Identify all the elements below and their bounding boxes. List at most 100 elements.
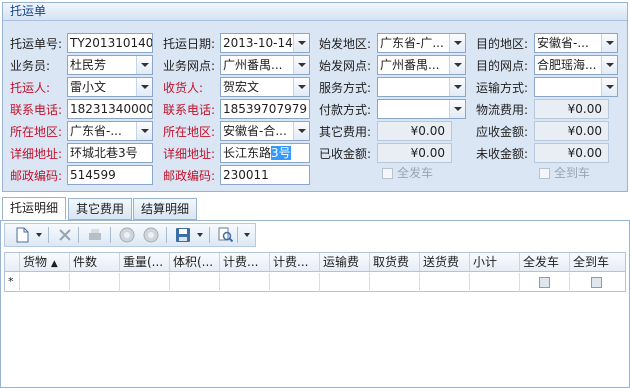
shipper-phone-input[interactable]: 18231340000 [67, 99, 153, 119]
dropdown-arrow-icon[interactable] [601, 34, 617, 52]
column-header-weight[interactable]: 重量(... [120, 253, 170, 271]
column-header-all-shipped[interactable]: 全发车 [520, 253, 570, 271]
all-arrived-label: 全到车 [554, 166, 591, 180]
consignee-value: 贺宏文 [223, 80, 260, 94]
dropdown-arrow-icon[interactable] [136, 56, 152, 74]
consignee-phone-input[interactable]: 18539707979 [220, 99, 310, 119]
received-amount-label: 已收金额: [319, 147, 372, 161]
column-header-subtotal[interactable]: 小计 [470, 253, 520, 271]
tab-shipment-detail[interactable]: 托运明细 [2, 197, 66, 220]
payment-mode-select[interactable] [377, 99, 466, 119]
consignee-postcode-input[interactable]: 230011 [220, 165, 310, 185]
ship-date-label: 托运日期: [163, 37, 216, 51]
salesman-select[interactable]: 杜民芳 [67, 55, 153, 75]
column-header-pickup-fee[interactable]: 取货费 [370, 253, 420, 271]
column-header-goods[interactable]: 货物 ▲ [20, 253, 70, 271]
service-mode-select[interactable] [377, 77, 466, 97]
tab-settlement-detail[interactable]: 结算明细 [133, 198, 197, 220]
consignee-region-select[interactable]: 安徽省-合... [220, 121, 310, 141]
table-row[interactable] [4, 272, 626, 292]
column-header-billing-2[interactable]: 计费... [270, 253, 320, 271]
ship-date-value: 2013-10-14 [223, 36, 293, 50]
column-header-billing-1[interactable]: 计费... [220, 253, 270, 271]
toolbar-separator [166, 227, 167, 243]
origin-outlet-value: 广州番禺... [380, 58, 440, 72]
column-header-pieces[interactable]: 件数 [70, 253, 120, 271]
shipper-postcode-input[interactable]: 514599 [67, 165, 153, 185]
previous-icon[interactable] [118, 226, 136, 244]
waybill-no-input[interactable]: TY201310140 [67, 33, 153, 53]
ship-date-picker[interactable]: 2013-10-14 [220, 33, 310, 53]
dropdown-arrow-icon[interactable] [449, 34, 465, 52]
toolbar-separator [237, 227, 238, 243]
cell-divider [319, 273, 320, 292]
shipper-region-select[interactable]: 广东省-... [67, 121, 153, 141]
cell-divider [569, 273, 570, 292]
chevron-down-icon[interactable] [196, 231, 204, 239]
dest-outlet-value: 合肥瑶海... [537, 58, 597, 72]
dropdown-arrow-icon[interactable] [293, 34, 309, 52]
dropdown-arrow-icon[interactable] [449, 100, 465, 118]
print-icon[interactable] [86, 226, 104, 244]
dropdown-arrow-icon[interactable] [293, 56, 309, 74]
business-outlet-select[interactable]: 广州番禺... [220, 55, 310, 75]
row-all-shipped-checkbox[interactable] [539, 277, 550, 288]
cell-divider [169, 273, 170, 292]
dropdown-arrow-icon[interactable] [601, 78, 617, 96]
cell-divider [269, 273, 270, 292]
transport-mode-select[interactable] [534, 77, 618, 97]
column-header-transport-fee[interactable]: 运输费 [320, 253, 370, 271]
cell-divider [369, 273, 370, 292]
receivable-amount-field: ¥0.00 [534, 121, 609, 141]
dest-region-label: 目的地区: [476, 37, 529, 51]
chevron-down-icon[interactable] [35, 231, 43, 239]
dropdown-arrow-icon[interactable] [293, 122, 309, 140]
tab-other-fees[interactable]: 其它费用 [68, 198, 132, 220]
search-icon[interactable] [216, 226, 234, 244]
toolbar-separator [78, 227, 79, 243]
dropdown-arrow-icon[interactable] [136, 122, 152, 140]
dropdown-arrow-icon[interactable] [136, 78, 152, 96]
column-label: 货物 [23, 255, 48, 269]
dropdown-arrow-icon[interactable] [449, 56, 465, 74]
cell-divider [469, 273, 470, 292]
delete-icon[interactable] [56, 226, 74, 244]
new-icon[interactable] [13, 226, 31, 244]
column-header-volume[interactable]: 体积(... [170, 253, 220, 271]
dest-region-select[interactable]: 安徽省-... [534, 33, 618, 53]
save-icon[interactable] [174, 226, 192, 244]
dest-outlet-label: 目的网点: [476, 59, 529, 73]
waybill-no-label: 托运单号: [10, 37, 63, 51]
column-header-delivery-fee[interactable]: 送货费 [420, 253, 470, 271]
dropdown-arrow-icon[interactable] [601, 56, 617, 74]
service-mode-label: 服务方式: [319, 81, 372, 95]
all-shipped-checkbox[interactable] [382, 168, 393, 179]
other-fee-label: 其它费用: [319, 125, 372, 139]
cell-divider [119, 273, 120, 292]
column-header-all-arrived[interactable]: 全到车 [570, 253, 625, 271]
dest-outlet-select[interactable]: 合肥瑶海... [534, 55, 618, 75]
consignee-address-input[interactable]: 长江东路3号 [220, 143, 310, 163]
dropdown-arrow-icon[interactable] [449, 78, 465, 96]
all-arrived-checkbox[interactable] [539, 168, 550, 179]
cell-divider [519, 273, 520, 292]
row-all-arrived-checkbox[interactable] [591, 277, 602, 288]
origin-outlet-select[interactable]: 广州番禺... [377, 55, 466, 75]
consignee-postcode-label: 邮政编码: [163, 169, 216, 183]
next-icon[interactable] [142, 226, 160, 244]
dropdown-arrow-icon[interactable] [293, 78, 309, 96]
shipper-postcode-label: 邮政编码: [10, 169, 63, 183]
cell-divider [69, 273, 70, 292]
unreceived-amount-field: ¥0.00 [534, 143, 609, 163]
shipper-label: 托运人: [10, 81, 51, 95]
consignee-phone-label: 联系电话: [163, 103, 216, 117]
chevron-down-icon[interactable] [243, 231, 251, 239]
consignee-select[interactable]: 贺宏文 [220, 77, 310, 97]
other-fee-field: ¥0.00 [377, 121, 452, 141]
consignee-region-value: 安徽省-合... [223, 124, 287, 138]
shipper-select[interactable]: 雷小文 [67, 77, 153, 97]
consignee-label: 收货人: [163, 81, 204, 95]
shipper-address-input[interactable]: 环城北巷3号 [67, 143, 153, 163]
origin-outlet-label: 始发网点: [319, 59, 372, 73]
origin-region-select[interactable]: 广东省-广... [377, 33, 466, 53]
